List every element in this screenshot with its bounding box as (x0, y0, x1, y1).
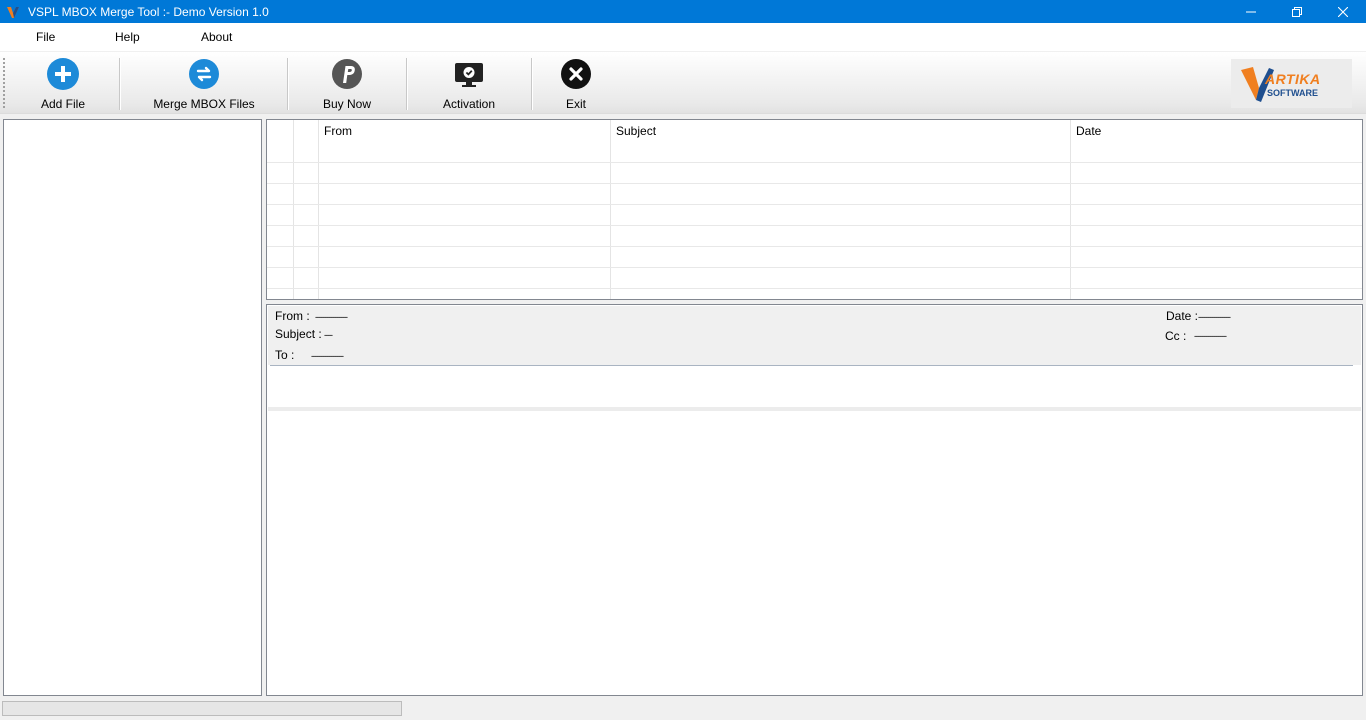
menu-bar: File Help About (0, 23, 1366, 51)
grid-column-from (319, 120, 611, 299)
title-bar: VSPL MBOX Merge Tool :- Demo Version 1.0 (0, 0, 1366, 23)
cc-label: Cc : (1165, 329, 1187, 343)
merge-icon (188, 58, 220, 90)
grid-row-divider (267, 267, 1362, 268)
menu-help[interactable]: Help (115, 30, 140, 44)
status-bar (0, 698, 1366, 720)
toolbar-separator (531, 58, 533, 110)
body-separator (268, 407, 1361, 411)
grid-row-divider (267, 246, 1362, 247)
buy-now-button[interactable]: Buy Now (315, 58, 379, 111)
activation-label: Activation (442, 97, 496, 111)
close-icon (1338, 6, 1348, 17)
toolbar-separator (119, 58, 121, 110)
menu-about[interactable]: About (201, 30, 232, 44)
grid-column-check (267, 120, 294, 299)
merge-mbox-button[interactable]: Merge MBOX Files (148, 58, 260, 111)
grid-row-divider (267, 225, 1362, 226)
subject-value: ---- (324, 330, 333, 340)
grid-column-attachment (294, 120, 319, 299)
date-value: ---------------- (1198, 312, 1231, 322)
cc-value: ---------------- (1194, 331, 1227, 341)
folder-tree-panel[interactable] (3, 119, 262, 696)
monitor-check-icon (453, 58, 485, 90)
email-list-grid[interactable]: From Subject Date (266, 119, 1363, 300)
add-file-label: Add File (40, 97, 86, 111)
exit-button[interactable]: Exit (552, 58, 600, 111)
minimize-button[interactable] (1228, 0, 1274, 23)
add-file-button[interactable]: Add File (30, 58, 96, 111)
vartika-logo: ARTIKA SOFTWARE (1231, 59, 1352, 108)
to-label: To : (275, 348, 295, 362)
column-header-date[interactable]: Date (1076, 124, 1101, 138)
subject-label: Subject : (275, 327, 322, 341)
paypal-icon (331, 58, 363, 90)
toolbar-separator (406, 58, 408, 110)
email-preview-pane: From : ---------------- Subject : ---- T… (266, 304, 1363, 696)
to-value: ---------------- (311, 351, 344, 361)
from-label: From : (275, 309, 310, 323)
email-header-area: From : ---------------- Subject : ---- T… (268, 306, 1361, 365)
maximize-button[interactable] (1274, 0, 1320, 23)
add-icon (47, 58, 79, 90)
close-window-button[interactable] (1320, 0, 1366, 23)
from-value: ---------------- (315, 312, 348, 322)
logo-text: ARTIKA (1265, 71, 1321, 87)
app-icon (5, 4, 21, 20)
exit-icon (560, 58, 592, 90)
column-header-from[interactable]: From (324, 124, 352, 138)
grid-column-subject (611, 120, 1071, 299)
progress-bar (2, 701, 402, 716)
grid-row-divider (267, 204, 1362, 205)
date-label: Date : (1166, 309, 1199, 323)
column-header-subject[interactable]: Subject (616, 124, 656, 138)
toolbar: Add File Merge MBOX Files Buy Now Activa… (0, 52, 1366, 114)
logo-subtext: SOFTWARE (1267, 88, 1318, 98)
grid-row-divider (267, 288, 1362, 289)
toolbar-grip (3, 58, 6, 108)
window-title: VSPL MBOX Merge Tool :- Demo Version 1.0 (28, 4, 269, 19)
activation-button[interactable]: Activation (436, 58, 502, 111)
toolbar-separator (287, 58, 289, 110)
menu-file[interactable]: File (36, 30, 55, 44)
minimize-icon (1246, 11, 1256, 12)
restore-icon (1292, 6, 1302, 17)
buy-now-label: Buy Now (322, 97, 372, 111)
merge-mbox-label: Merge MBOX Files (153, 97, 255, 111)
header-divider-highlight (270, 366, 1353, 367)
grid-row-divider (267, 183, 1362, 184)
grid-row-divider (267, 162, 1362, 163)
exit-label: Exit (565, 97, 586, 111)
